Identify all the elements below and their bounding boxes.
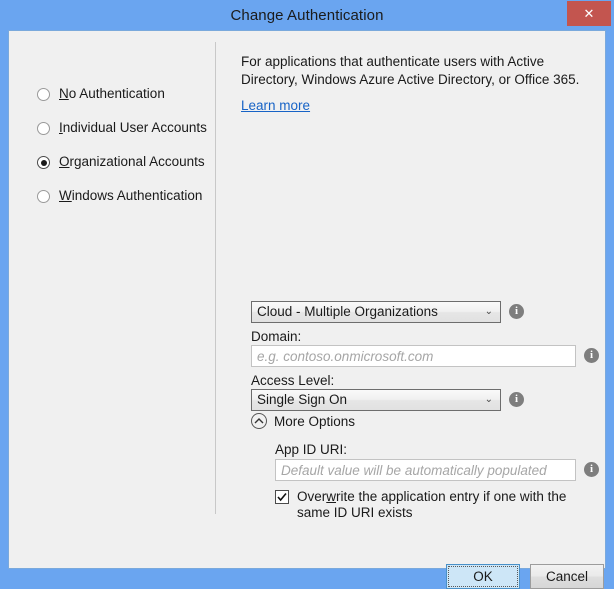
overwrite-checkbox-row[interactable]: Overwrite the application entry if one w…: [275, 489, 575, 521]
radio-icon: [37, 122, 50, 135]
domain-input-wrapper[interactable]: [251, 345, 576, 367]
app-id-uri-label: App ID URI:: [275, 442, 347, 457]
radio-icon-selected: [37, 156, 50, 169]
app-id-uri-input[interactable]: [276, 460, 575, 480]
authentication-type-group: No Authentication Individual User Accoun…: [37, 86, 207, 222]
access-level-dropdown[interactable]: Single Sign On ⌄: [251, 389, 501, 411]
title-bar: Change Authentication ✕: [0, 0, 614, 32]
radio-icon: [37, 88, 50, 101]
change-authentication-dialog: Change Authentication ✕ No Authenticatio…: [0, 0, 614, 577]
radio-label-text: indows Authentication: [72, 188, 203, 203]
info-icon-organization-mode[interactable]: [509, 304, 524, 319]
dialog-body: No Authentication Individual User Accoun…: [8, 30, 606, 569]
column-divider: [215, 42, 216, 514]
organization-mode-dropdown[interactable]: Cloud - Multiple Organizations ⌄: [251, 301, 501, 323]
radio-individual-user-accounts[interactable]: Individual User Accounts: [37, 120, 207, 154]
overwrite-checkbox-label: Overwrite the application entry if one w…: [297, 489, 575, 521]
more-options-expander[interactable]: More Options: [251, 413, 355, 429]
radio-label: Organizational Accounts: [59, 154, 205, 170]
accelerator-letter: N: [59, 86, 69, 101]
domain-input[interactable]: [252, 346, 575, 366]
access-level-label: Access Level:: [251, 373, 334, 388]
chevron-down-icon: ⌄: [485, 302, 493, 322]
chevron-down-icon: ⌄: [485, 390, 493, 410]
close-icon[interactable]: ✕: [567, 1, 611, 26]
app-id-uri-input-wrapper[interactable]: [275, 459, 576, 481]
radio-organizational-accounts[interactable]: Organizational Accounts: [37, 154, 207, 188]
radio-no-authentication[interactable]: No Authentication: [37, 86, 207, 120]
more-options-label: More Options: [274, 414, 355, 429]
radio-windows-authentication[interactable]: Windows Authentication: [37, 188, 207, 222]
radio-label: No Authentication: [59, 86, 165, 102]
access-level-value: Single Sign On: [257, 390, 347, 410]
radio-label: Individual User Accounts: [59, 120, 207, 136]
accelerator-letter: O: [59, 154, 70, 169]
checkbox-checked-icon: [275, 490, 289, 504]
radio-icon: [37, 190, 50, 203]
radio-label-text: o Authentication: [69, 86, 165, 101]
radio-label-text: rganizational Accounts: [70, 154, 205, 169]
learn-more-link[interactable]: Learn more: [241, 98, 310, 113]
description-text: For applications that authenticate users…: [241, 53, 581, 89]
window-title: Change Authentication: [0, 0, 614, 32]
radio-label: Windows Authentication: [59, 188, 202, 204]
overwrite-label-post: rite the application entry if one with t…: [297, 489, 566, 520]
domain-label: Domain:: [251, 329, 301, 344]
organization-mode-value: Cloud - Multiple Organizations: [257, 302, 438, 322]
radio-label-text: ndividual User Accounts: [63, 120, 207, 135]
overwrite-label-pre: Over: [297, 489, 326, 504]
chevron-up-icon: [251, 413, 267, 429]
accelerator-letter: W: [59, 188, 72, 203]
info-icon-access-level[interactable]: [509, 392, 524, 407]
info-icon-app-id-uri[interactable]: [584, 462, 599, 477]
info-icon-domain[interactable]: [584, 348, 599, 363]
accelerator-letter: w: [326, 489, 336, 504]
